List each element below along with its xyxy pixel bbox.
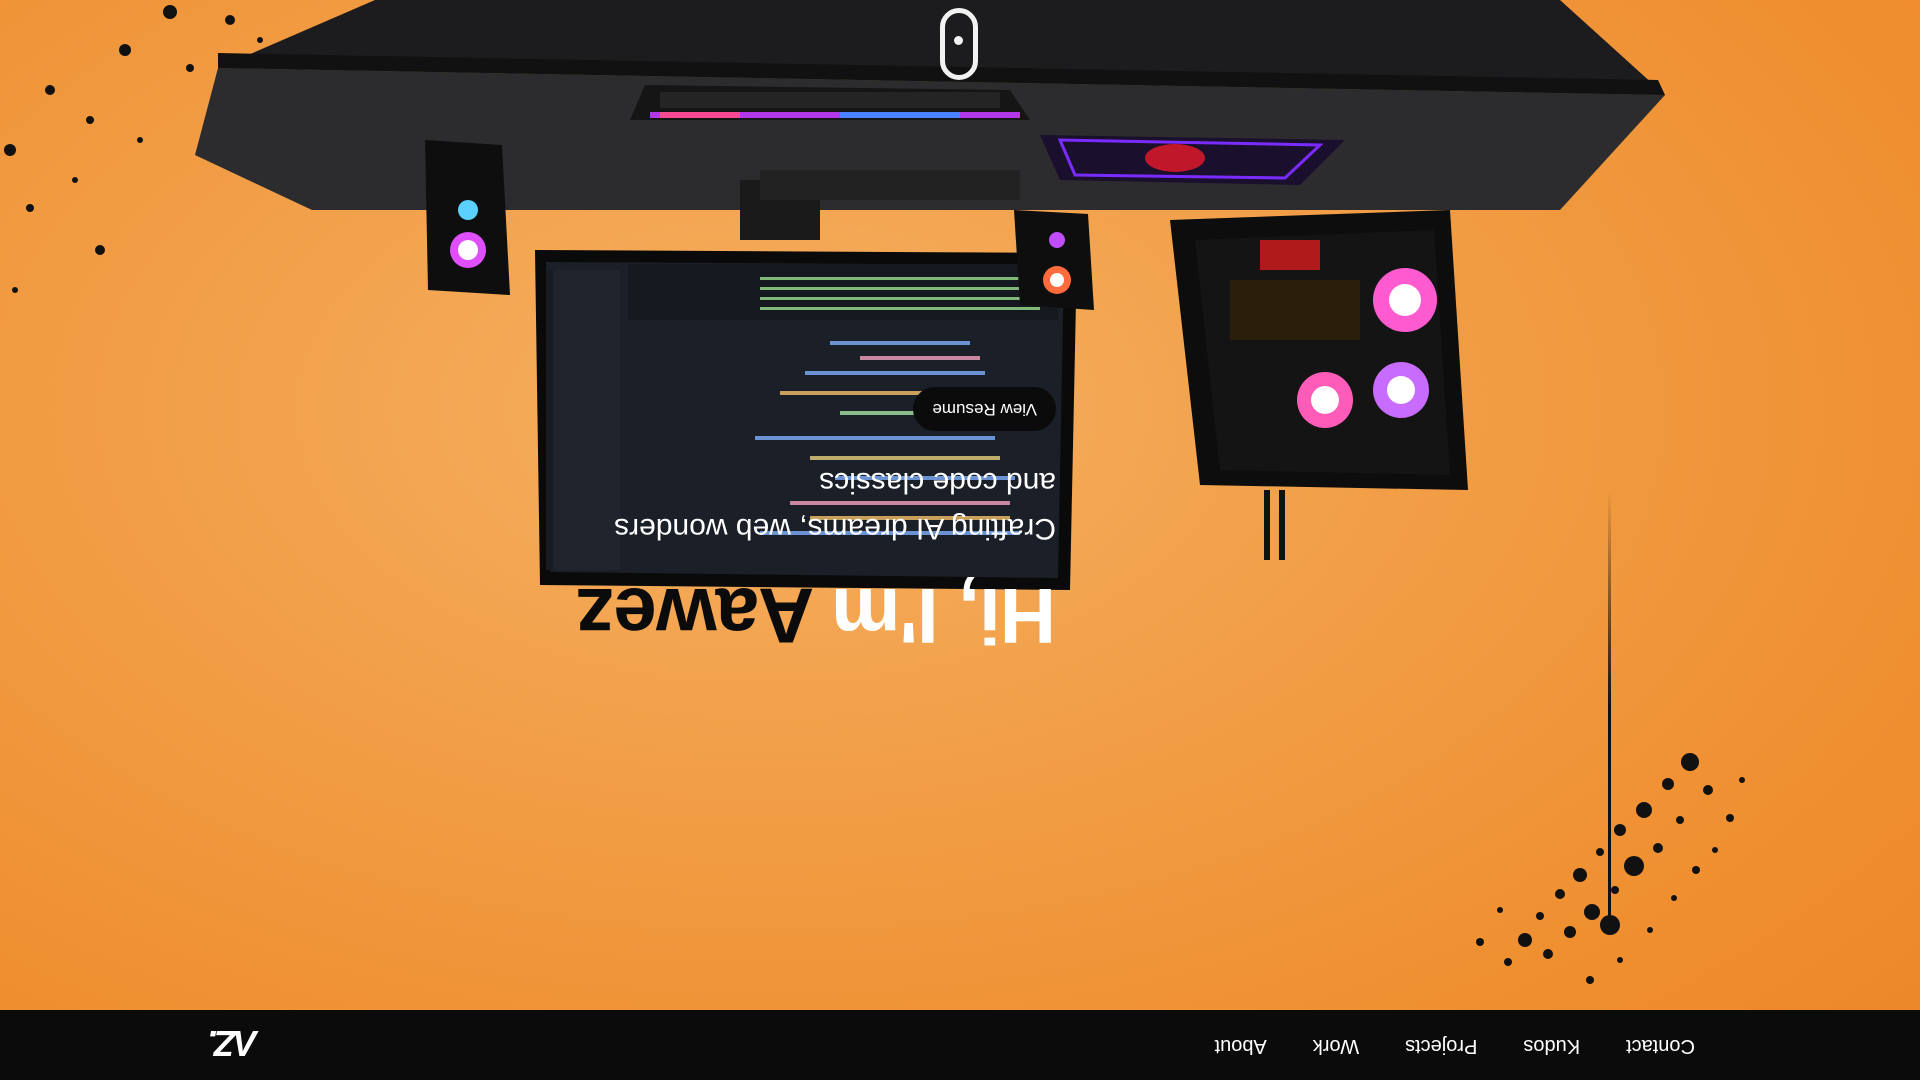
speaker-icon: [1014, 210, 1094, 310]
nav-link-contact[interactable]: Contact: [1626, 1034, 1695, 1057]
hero-tagline-line2: and code classics: [819, 466, 1056, 499]
hero-title: Hi, I'm Aawez: [356, 572, 1056, 660]
speaker-icon: [425, 140, 510, 295]
keyboard-icon: [630, 85, 1030, 120]
scroll-dot-icon: [954, 36, 963, 45]
view-resume-button[interactable]: View Resume: [913, 387, 1056, 431]
scroll-indicator[interactable]: [940, 8, 978, 80]
hero-section: Hi, I'm Aawez Crafting AI dreams, web wo…: [356, 387, 1056, 660]
hero-tagline: Crafting AI dreams, web wonders and code…: [356, 459, 1056, 551]
navbar: ΛZ. About Work Projects Kudos Contact: [0, 1010, 1920, 1080]
nav-links: About Work Projects Kudos Contact: [1215, 1034, 1695, 1057]
brand-logo[interactable]: ΛZ.: [210, 1022, 257, 1064]
nav-link-work[interactable]: Work: [1313, 1034, 1359, 1057]
nav-link-about[interactable]: About: [1215, 1034, 1267, 1057]
nav-link-projects[interactable]: Projects: [1405, 1034, 1477, 1057]
timeline-line: [1608, 490, 1611, 925]
nav-link-kudos[interactable]: Kudos: [1523, 1034, 1580, 1057]
pc-case-icon: [1170, 210, 1468, 560]
page-root: Hi, I'm Aawez Crafting AI dreams, web wo…: [0, 0, 1920, 1080]
hero-tagline-line1: Crafting AI dreams, web wonders: [614, 512, 1056, 545]
timeline-dot: [1600, 915, 1620, 935]
hero-name: Aawez: [576, 572, 815, 660]
mousepad-icon: [1040, 135, 1345, 185]
hero-greeting: Hi, I'm: [814, 572, 1056, 660]
